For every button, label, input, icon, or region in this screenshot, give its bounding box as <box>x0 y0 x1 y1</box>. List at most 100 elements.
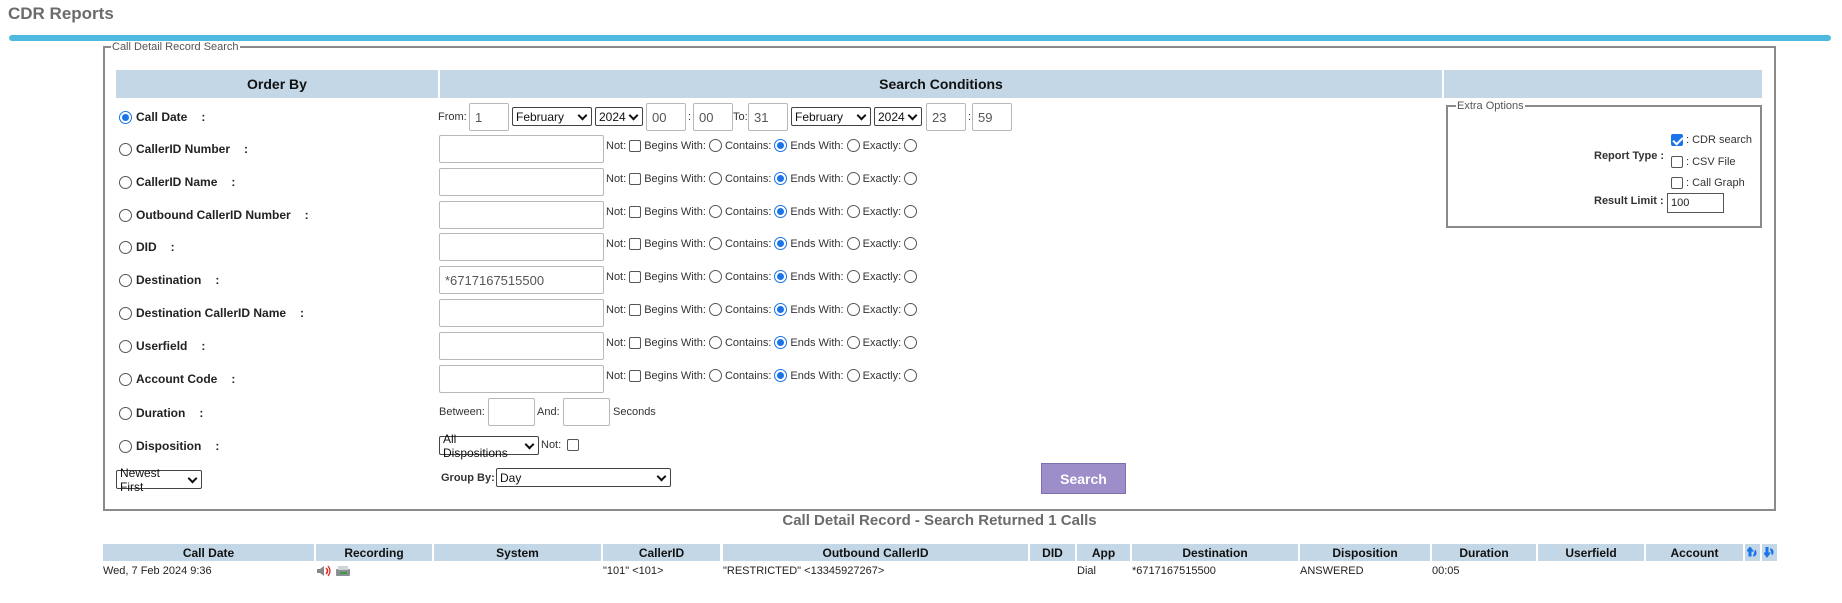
exactly-radio[interactable] <box>904 336 918 349</box>
ends-with-radio[interactable] <box>846 172 860 185</box>
column-header[interactable]: Call Date <box>103 544 314 561</box>
order-radio[interactable] <box>119 142 132 156</box>
order-radio[interactable] <box>119 372 132 386</box>
not-checkbox[interactable] <box>629 139 642 152</box>
order-radio[interactable] <box>119 306 132 320</box>
exactly-radio[interactable] <box>904 139 918 152</box>
not-checkbox[interactable] <box>629 205 642 218</box>
to-month-select[interactable]: February <box>791 107 871 126</box>
column-header[interactable]: System <box>434 544 601 561</box>
exactly-radio[interactable] <box>904 172 918 185</box>
begins-with-radio[interactable] <box>708 270 722 283</box>
to-day-input[interactable]: 31 <box>748 103 788 131</box>
column-header[interactable]: Destination <box>1132 544 1298 561</box>
ends-with-radio[interactable] <box>846 336 860 349</box>
exactly-radio[interactable] <box>904 369 918 382</box>
not-checkbox[interactable] <box>629 336 642 349</box>
begins-with-radio[interactable] <box>708 303 722 316</box>
not-checkbox[interactable] <box>629 237 642 250</box>
ends-with-radio[interactable] <box>846 303 860 316</box>
cdr-search-checkbox[interactable] <box>1671 131 1683 149</box>
filter-value-input[interactable] <box>439 168 604 196</box>
download-recording-icon[interactable] <box>335 564 351 578</box>
order-radio-row[interactable]: CallerID Name : <box>119 173 235 191</box>
begins-with-radio[interactable] <box>708 336 722 349</box>
not-checkbox[interactable] <box>629 172 642 185</box>
order-radio-row[interactable]: Destination : <box>119 271 219 289</box>
to-minute-input[interactable]: 59 <box>972 103 1012 131</box>
disposition-not-checkbox[interactable] <box>567 436 579 454</box>
order-disposition[interactable]: Disposition : <box>119 437 219 455</box>
order-radio-row[interactable]: Userfield : <box>119 337 205 355</box>
sort-down-icon[interactable] <box>1762 544 1777 561</box>
play-speaker-icon[interactable] <box>316 565 332 577</box>
from-year-select[interactable]: 2024 <box>595 107 643 126</box>
column-header[interactable]: CallerID <box>603 544 720 561</box>
filter-value-input[interactable] <box>439 365 604 393</box>
column-header[interactable]: App <box>1077 544 1130 561</box>
column-header[interactable]: DID <box>1030 544 1075 561</box>
contains-radio[interactable] <box>774 172 788 185</box>
from-hour-input[interactable]: 00 <box>646 103 686 131</box>
contains-radio[interactable] <box>774 139 788 152</box>
column-header[interactable]: Outbound CallerID <box>723 544 1028 561</box>
call-date-radio[interactable] <box>119 110 132 124</box>
order-radio-row[interactable]: Account Code : <box>119 370 235 388</box>
disposition-select[interactable]: All Dispositions <box>439 432 539 460</box>
not-checkbox[interactable] <box>629 369 642 382</box>
filter-value-input[interactable] <box>439 299 604 327</box>
begins-with-radio[interactable] <box>708 172 722 185</box>
from-month-select[interactable]: February <box>512 107 592 126</box>
column-header[interactable]: Account <box>1646 544 1743 561</box>
column-header[interactable]: Disposition <box>1300 544 1430 561</box>
order-radio-row[interactable]: Destination CallerID Name : <box>119 304 304 322</box>
disposition-radio[interactable] <box>119 439 132 453</box>
duration-radio[interactable] <box>119 406 132 420</box>
exactly-radio[interactable] <box>904 205 918 218</box>
order-call-date[interactable]: Call Date : <box>119 108 205 126</box>
ends-with-radio[interactable] <box>846 369 860 382</box>
to-hour-input[interactable]: 23 <box>926 103 966 131</box>
ends-with-radio[interactable] <box>846 205 860 218</box>
order-radio-row[interactable]: Outbound CallerID Number : <box>119 206 309 224</box>
ends-with-radio[interactable] <box>846 237 860 250</box>
contains-radio[interactable] <box>774 237 788 250</box>
column-header[interactable]: Recording <box>316 544 432 561</box>
order-radio[interactable] <box>119 240 132 254</box>
contains-radio[interactable] <box>774 369 788 382</box>
exactly-radio[interactable] <box>904 303 918 316</box>
order-radio[interactable] <box>119 273 132 287</box>
order-radio[interactable] <box>119 175 132 189</box>
sort-up-icon[interactable] <box>1745 544 1760 561</box>
sort-order-select[interactable]: Newest First <box>116 466 202 494</box>
filter-value-input[interactable] <box>439 332 604 360</box>
search-button[interactable]: Search <box>1041 463 1126 494</box>
not-checkbox[interactable] <box>629 303 642 316</box>
filter-value-input[interactable] <box>439 201 604 229</box>
order-duration[interactable]: Duration : <box>119 404 203 422</box>
order-radio[interactable] <box>119 339 132 353</box>
group-by-select[interactable]: Day <box>496 468 671 487</box>
not-checkbox[interactable] <box>629 270 642 283</box>
contains-radio[interactable] <box>774 303 788 316</box>
begins-with-radio[interactable] <box>708 237 722 250</box>
filter-value-input[interactable]: *6717167515500 <box>439 266 604 294</box>
begins-with-radio[interactable] <box>708 139 722 152</box>
duration-min-input[interactable] <box>488 398 535 426</box>
filter-value-input[interactable] <box>439 135 604 163</box>
csv-file-checkbox[interactable] <box>1671 153 1683 171</box>
ends-with-radio[interactable] <box>846 139 860 152</box>
exactly-radio[interactable] <box>904 270 918 283</box>
begins-with-radio[interactable] <box>708 369 722 382</box>
to-year-select[interactable]: 2024 <box>874 107 922 126</box>
contains-radio[interactable] <box>774 336 788 349</box>
result-limit-input[interactable]: 100 <box>1667 193 1724 213</box>
ends-with-radio[interactable] <box>846 270 860 283</box>
from-minute-input[interactable]: 00 <box>693 103 733 131</box>
order-radio[interactable] <box>119 208 132 222</box>
exactly-radio[interactable] <box>904 237 918 250</box>
contains-radio[interactable] <box>774 205 788 218</box>
column-header[interactable]: Duration <box>1432 544 1536 561</box>
filter-value-input[interactable] <box>439 233 604 261</box>
begins-with-radio[interactable] <box>708 205 722 218</box>
